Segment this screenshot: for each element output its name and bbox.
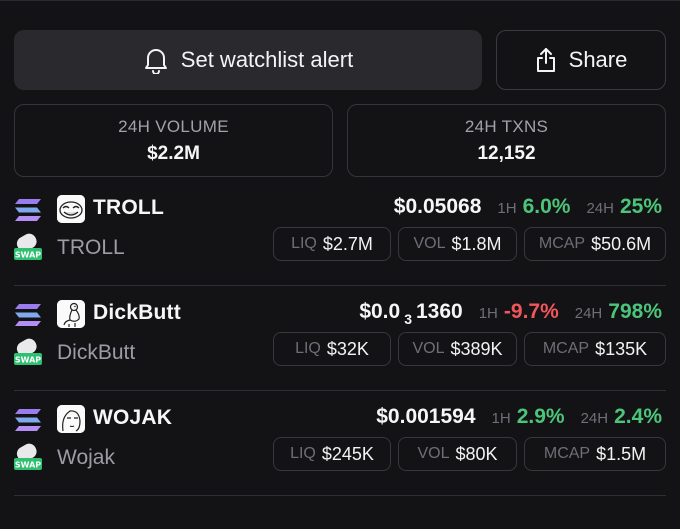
txns-stat-card: 24H TXNS 12,152 (347, 104, 666, 177)
token-row-dickbutt[interactable]: SWAP DickButt DickButt $0.0 3 1360 1H -9.7… (0, 287, 680, 391)
top-divider (0, 0, 680, 1)
liquidity-pill: LIQ $32K (273, 332, 391, 366)
change-1h-value: 2.9% (516, 405, 565, 428)
share-button-label: Share (568, 47, 628, 72)
volume-pill: VOL $1.8M (398, 227, 517, 261)
token-name: TROLL (57, 236, 125, 259)
token-symbol: TROLL (93, 196, 164, 219)
change-24h-label: 24H (574, 305, 603, 322)
solana-chain-icon (14, 303, 42, 327)
bell-icon (143, 46, 169, 74)
share-icon (535, 47, 557, 73)
liquidity-pill: LIQ $2.7M (273, 227, 391, 261)
solana-chain-icon (14, 408, 42, 432)
change-1h-label: 1H (491, 410, 511, 427)
swap-dex-icon: SWAP (14, 338, 42, 366)
price-line: $0.05068 1H 6.0% 24H 25% (394, 195, 662, 219)
change-24h-label: 24H (580, 410, 609, 427)
change-1h-value: 6.0% (522, 195, 571, 218)
token-price: $0.05068 (393, 195, 482, 218)
change-24h-value: 25% (619, 195, 662, 218)
change-24h-value: 2.4% (614, 405, 662, 428)
action-row: Set watchlist alert Share (14, 30, 666, 90)
volume-stat-label: 24H VOLUME (118, 117, 229, 136)
wojak-face-icon (57, 405, 85, 433)
swap-badge-text: SWAP (15, 356, 41, 365)
mcap-value: $135K (595, 338, 648, 359)
token-symbol: DickButt (93, 301, 181, 324)
alert-button-label: Set watchlist alert (180, 47, 354, 72)
set-watchlist-alert-button[interactable]: Set watchlist alert (14, 30, 482, 90)
liquidity-pill: LIQ $245K (273, 437, 391, 471)
change-24h-value: 798% (608, 300, 662, 323)
token-name: Wojak (57, 446, 115, 469)
token-row-troll[interactable]: SWAP TROLL TROLL $0.05068 1H 6.0% 24H 25… (0, 182, 680, 286)
volume-pill: VOL $389K (398, 332, 517, 366)
price-line: $0.0 3 1360 1H -9.7% 24H 798% (359, 300, 662, 327)
volume-value: $389K (450, 338, 503, 359)
mcap-pill: MCAP $1.5M (524, 437, 666, 471)
liquidity-value: $32K (326, 338, 369, 359)
token-price: $0.001594 (376, 405, 476, 428)
volume-stat-value: $2.2M (147, 143, 200, 164)
mcap-value: $50.6M (591, 233, 652, 254)
troll-face-icon (57, 195, 85, 223)
change-24h-label: 24H (586, 200, 614, 217)
row-divider (14, 495, 666, 496)
swap-badge-text: SWAP (15, 251, 41, 260)
change-1h-value: -9.7% (503, 300, 559, 323)
token-price: $0.0 3 1360 (359, 300, 463, 327)
volume-value: $1.8M (451, 233, 502, 254)
dickbutt-drawing-icon (57, 300, 85, 328)
token-symbol: WOJAK (93, 406, 173, 429)
row-divider (14, 390, 666, 391)
txns-stat-value: 12,152 (477, 143, 536, 164)
swap-badge-text: SWAP (15, 461, 41, 470)
volume-pill: VOL $80K (398, 437, 517, 471)
volume-value: $80K (455, 443, 498, 464)
swap-dex-icon: SWAP (14, 443, 42, 471)
mcap-value: $1.5M (596, 443, 647, 464)
volume-stat-card: 24H VOLUME $2.2M (14, 104, 333, 177)
row-divider (14, 285, 666, 286)
change-1h-label: 1H (497, 200, 517, 217)
mcap-pill: MCAP $50.6M (524, 227, 666, 261)
liquidity-value: $245K (321, 443, 374, 464)
solana-chain-icon (14, 198, 42, 222)
token-row-wojak[interactable]: SWAP WOJAK Wojak $0.001594 1H 2.9% 24H 2… (0, 392, 680, 496)
swap-dex-icon: SWAP (14, 233, 42, 261)
liquidity-value: $2.7M (322, 233, 373, 254)
token-name: DickButt (57, 341, 136, 364)
txns-stat-label: 24H TXNS (464, 117, 549, 136)
change-1h-label: 1H (478, 305, 498, 322)
price-line: $0.001594 1H 2.9% 24H 2.4% (376, 405, 662, 429)
mcap-pill: MCAP $135K (524, 332, 666, 366)
share-button[interactable]: Share (496, 30, 666, 90)
